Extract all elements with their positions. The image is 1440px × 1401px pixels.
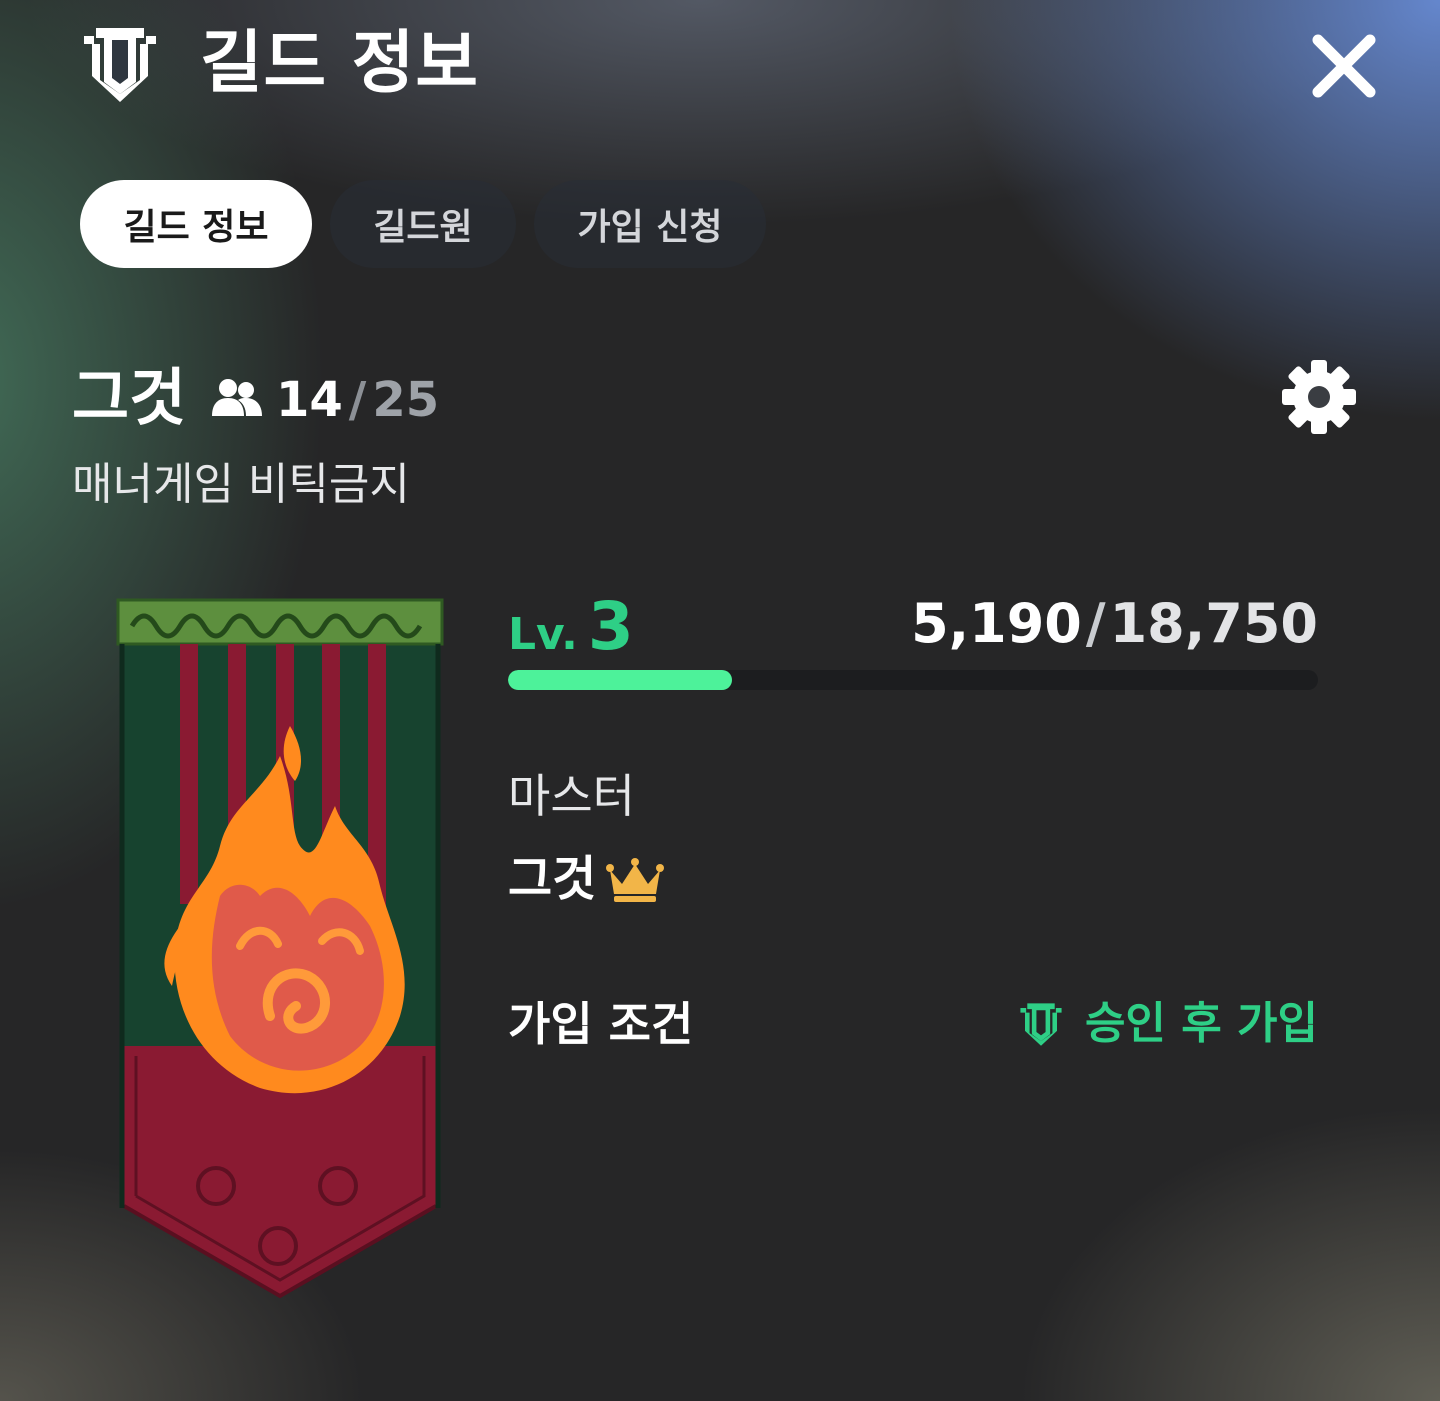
guild-shield-icon [1020, 1003, 1062, 1046]
join-condition-value: 승인 후 가입 [1084, 998, 1318, 1049]
member-count-max: 25 [372, 372, 440, 428]
tab-guild-members[interactable]: 길드원 [330, 180, 516, 268]
xp-readout: 5,190/18,750 [911, 592, 1318, 656]
member-count-separator: / [348, 372, 367, 428]
tab-guild-info[interactable]: 길드 정보 [80, 180, 312, 268]
guild-name: 그것 [72, 361, 187, 434]
level-prefix: Lv. [508, 609, 578, 660]
tab-join-requests[interactable]: 가입 신청 [534, 180, 766, 268]
join-condition: 승인 후 가입 [1017, 994, 1318, 1054]
level-value: 3 [587, 588, 634, 665]
xp-max: 18,750 [1109, 592, 1318, 655]
xp-progress-fill [508, 670, 733, 690]
member-count: 14/25 [276, 370, 439, 430]
master-name: 그것 [508, 851, 597, 907]
close-icon[interactable] [1300, 22, 1388, 110]
page-title: 길드 정보 [200, 24, 479, 103]
guild-description: 매너게임 비틱금지 [72, 459, 410, 510]
guild-shield-icon [84, 28, 156, 102]
xp-progress-bar [508, 670, 1318, 690]
join-condition-label: 가입 조건 [508, 997, 694, 1051]
member-count-current: 14 [276, 372, 343, 428]
members-icon [212, 379, 262, 416]
gear-icon[interactable] [1278, 356, 1360, 438]
master-label: 마스터 [508, 769, 635, 823]
guild-banner-image [116, 598, 444, 1299]
crown-icon [606, 858, 664, 902]
xp-separator: / [1085, 592, 1106, 655]
xp-current: 5,190 [911, 592, 1082, 655]
guild-level: Lv. 3 [508, 592, 634, 679]
